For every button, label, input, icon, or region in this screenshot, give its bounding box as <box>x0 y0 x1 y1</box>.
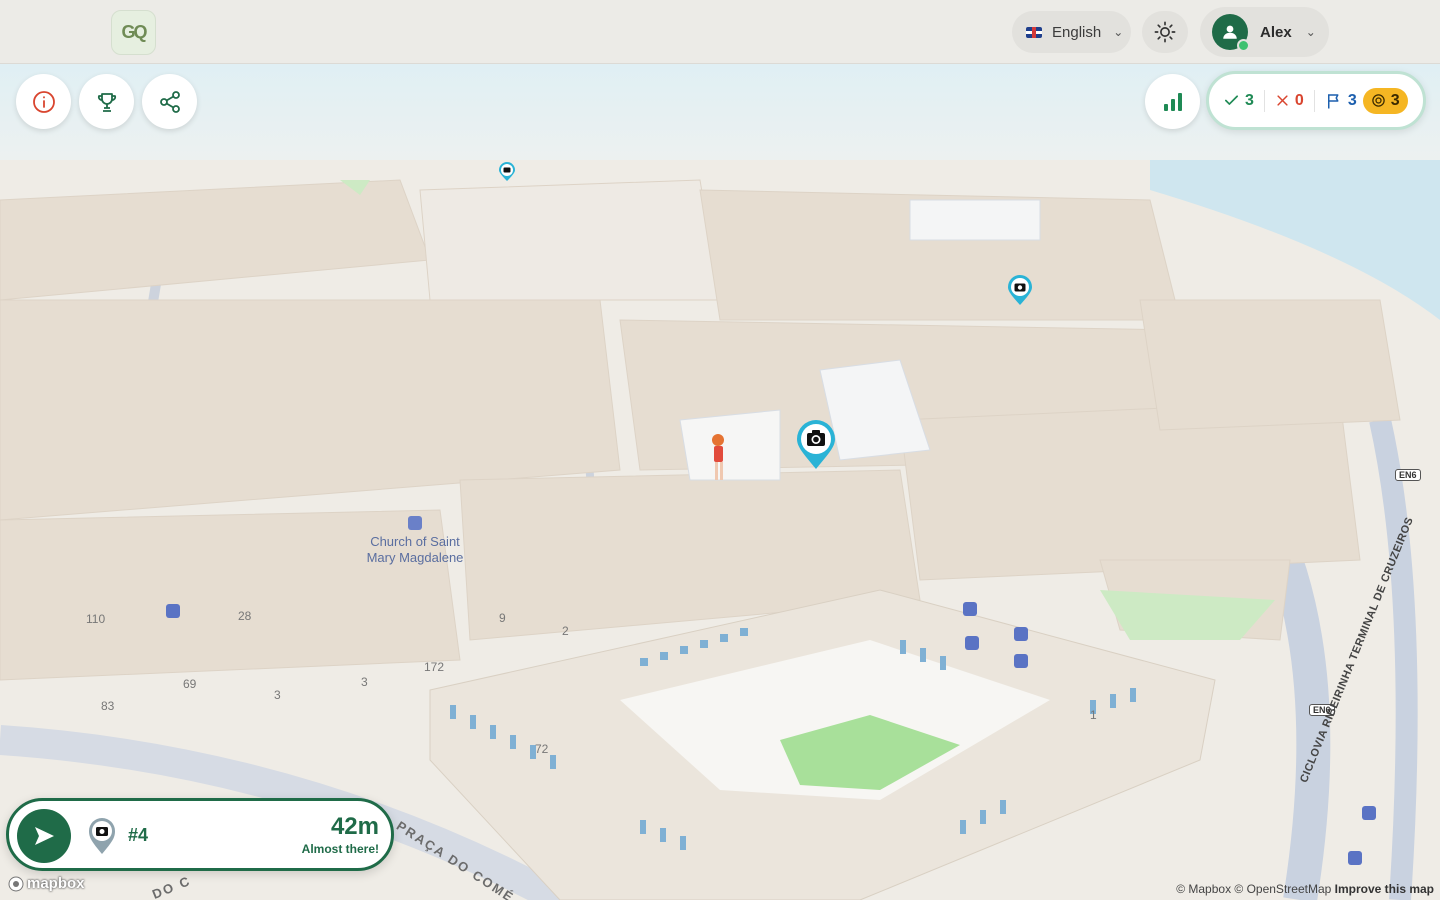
mapbox-logo[interactable]: mapbox <box>8 875 85 892</box>
bus-stop-icon[interactable] <box>166 604 180 618</box>
camera-pin[interactable] <box>1006 274 1034 306</box>
score-panel: 3 0 3 3 <box>1206 71 1426 130</box>
map-view[interactable]: Church of Saint Mary Magdalene EN6 EN6 1… <box>0 0 1440 900</box>
address-number: 1 <box>1090 708 1097 722</box>
share-icon <box>159 90 180 113</box>
close-icon <box>1277 95 1288 106</box>
bus-stop-icon[interactable] <box>965 636 979 650</box>
road-shield-en6: EN6 <box>1395 469 1421 481</box>
distance-status: Almost there! <box>301 842 379 856</box>
map-canvas <box>0 60 1440 900</box>
app-logo[interactable]: GQ <box>111 10 156 55</box>
address-number: 172 <box>424 660 445 674</box>
bus-stop-icon[interactable] <box>1014 654 1028 668</box>
coin-icon <box>1371 94 1385 107</box>
bar-chart-icon <box>1163 92 1182 111</box>
correct-count: 3 <box>1223 92 1254 110</box>
flags-value: 3 <box>1347 91 1357 109</box>
sun-icon <box>1154 21 1176 43</box>
navigation-card[interactable]: #4 42m Almost there! <box>6 798 394 871</box>
user-name: Alex <box>1260 23 1292 41</box>
language-label: English <box>1052 23 1102 41</box>
address-number: 110 <box>86 612 106 626</box>
leaderboard-button[interactable] <box>79 74 134 129</box>
user-icon <box>1223 25 1237 39</box>
stats-button[interactable] <box>1145 74 1200 129</box>
flag-icon <box>1327 93 1339 108</box>
coin-count: 3 <box>1362 87 1408 114</box>
address-number: 2 <box>562 624 569 638</box>
language-selector[interactable]: English ⌄ <box>1012 11 1131 53</box>
user-menu[interactable]: Alex ⌄ <box>1200 7 1329 57</box>
bus-stop-icon[interactable] <box>963 602 977 616</box>
info-button[interactable] <box>16 74 71 129</box>
bus-stop-icon[interactable] <box>1348 851 1362 865</box>
mapbox-wordmark: mapbox <box>27 875 85 892</box>
info-icon <box>32 90 55 113</box>
online-status-dot <box>1237 39 1250 52</box>
bus-stop-icon[interactable] <box>1362 806 1376 820</box>
address-number: 72 <box>535 742 549 756</box>
uk-flag-icon <box>1026 26 1042 38</box>
correct-value: 3 <box>1245 91 1254 109</box>
address-number: 28 <box>238 609 252 623</box>
trophy-icon <box>97 92 116 112</box>
avatar <box>1212 14 1250 52</box>
camera-pin-icon <box>89 818 115 854</box>
mapbox-icon <box>8 876 24 891</box>
target-camera-pin[interactable] <box>795 419 837 471</box>
improve-map-link[interactable]: Improve this map <box>1335 882 1434 896</box>
share-button[interactable] <box>142 74 197 129</box>
top-bar: GQ English ⌄ Alex ⌄ <box>0 0 1440 64</box>
church-icon[interactable] <box>408 516 422 530</box>
target-number: #4 <box>128 825 149 845</box>
wrong-count: 0 <box>1275 92 1304 110</box>
address-number: 3 <box>361 675 368 689</box>
address-number: 9 <box>499 611 506 625</box>
address-number: 83 <box>101 699 115 713</box>
distance-value: 42m <box>330 813 379 840</box>
chevron-down-icon: ⌄ <box>1113 25 1124 39</box>
attribution-text[interactable]: © Mapbox © OpenStreetMap <box>1176 882 1331 896</box>
divider <box>1263 89 1265 112</box>
address-number: 69 <box>183 677 197 691</box>
chevron-down-icon: ⌄ <box>1305 25 1316 39</box>
wrong-value: 0 <box>1294 91 1304 109</box>
navigation-arrow-icon <box>35 827 54 845</box>
poi-church-label[interactable]: Church of Saint Mary Magdalene <box>355 534 475 566</box>
check-icon <box>1224 95 1239 105</box>
navigate-button[interactable] <box>17 809 71 863</box>
map-attribution[interactable]: © Mapbox © OpenStreetMap Improve this ma… <box>1176 882 1434 896</box>
address-number: 3 <box>274 688 281 702</box>
bus-stop-icon[interactable] <box>1014 627 1028 641</box>
divider <box>1313 89 1315 112</box>
theme-toggle-button[interactable] <box>1142 11 1188 53</box>
flag-count: 3 <box>1325 92 1357 110</box>
camera-pin[interactable] <box>498 162 516 182</box>
coins-value: 3 <box>1390 91 1400 109</box>
